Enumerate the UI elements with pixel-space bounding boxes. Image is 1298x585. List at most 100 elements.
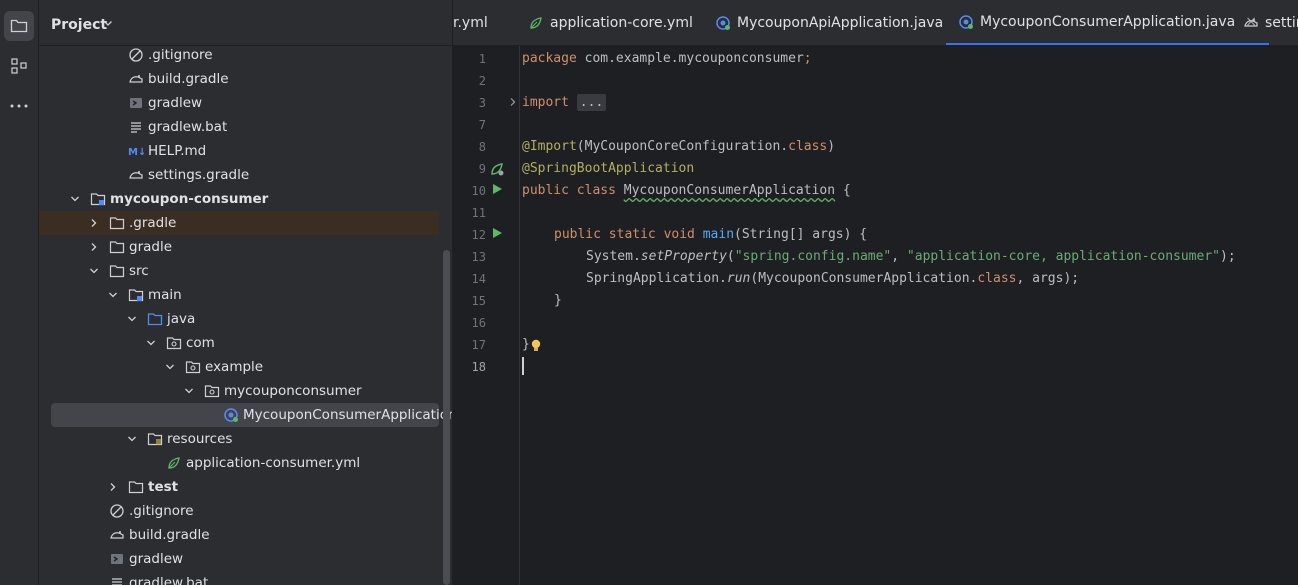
markdown-icon: M↓ [128,143,146,159]
code-line-15: } [554,293,562,308]
structure-tool-button[interactable] [4,51,34,81]
tree-row[interactable]: gradlew.bat [39,571,439,585]
tree-row[interactable]: gradlew [39,91,439,115]
project-panel: Project .gitignore build.gradle gradlew gra… [39,0,453,585]
chevron-down-icon[interactable] [126,313,138,325]
line-number: 8 [478,140,486,154]
tree-row[interactable]: com [39,331,439,355]
tree-row[interactable]: .gitignore [39,43,439,67]
spring-boot-class-icon [958,14,974,30]
line-number: 12 [471,228,486,242]
line-number: 17 [471,338,486,352]
code-line-13: System.setProperty("spring.config.name",… [586,249,1236,264]
editor-tab[interactable]: MycouponConsumerApplication.java × [946,0,1269,45]
shell-script-icon [128,95,144,111]
tree-row-label: gradlew [129,551,184,567]
tree-row-label: gradlew [148,95,203,111]
svg-text:M↓: M↓ [128,147,144,158]
shell-script-icon [109,551,125,567]
tree-row-label: HELP.md [148,143,207,159]
spring-boot-class-icon [715,15,731,31]
tree-row[interactable]: resources [39,427,439,451]
folded-imports[interactable]: ... [576,94,607,111]
spring-bean-icon[interactable] [489,161,505,181]
tree-row[interactable]: java [39,307,439,331]
line-number: 14 [471,272,486,286]
editor-tab[interactable]: settin [1243,0,1298,45]
project-panel-title[interactable]: Project [51,17,107,33]
tree-row-label: application-consumer.yml [186,455,361,471]
project-tool-button[interactable] [4,11,34,41]
tree-row-label: .gitignore [129,503,194,519]
line-number: 2 [478,74,486,88]
editor-tab-bar: r.yml application-core.yml MycouponApiAppl… [453,0,1298,46]
tree-row-label: gradle [129,239,173,255]
source-root-folder-icon [128,287,144,303]
tree-row[interactable]: gradlew.bat [39,115,439,139]
package-icon [185,359,201,375]
tree-row-label: settings.gradle [148,167,250,183]
chevron-down-icon[interactable] [88,265,100,277]
tree-row[interactable]: .gitignore [39,499,439,523]
chevron-down-icon[interactable] [107,289,119,301]
editor-tab-label: r.yml [453,15,488,31]
chevron-right-icon[interactable] [107,481,119,493]
code-line-17: } [522,337,530,352]
spring-yml-icon [166,455,182,471]
tree-row[interactable]: gradlew [39,547,439,571]
tree-row[interactable]: test [39,475,439,499]
editor-tab[interactable]: r.yml [453,0,488,45]
resources-folder-icon [147,431,163,447]
chevron-down-icon[interactable] [69,193,81,205]
tree-row-label: main [148,287,182,303]
tree-row[interactable]: .gradle [39,211,439,235]
code-editor[interactable]: package com.example.mycouponconsumer; im… [520,46,1298,585]
gitignore-icon [109,503,125,519]
line-number: 7 [478,118,486,132]
tree-row-label: resources [167,431,233,447]
lightbulb-icon[interactable] [530,339,542,353]
line-number: 10 [471,184,486,198]
tree-row-label: MycouponConsumerApplication [243,407,453,423]
run-icon[interactable] [491,183,503,199]
chevron-down-icon[interactable] [103,18,113,28]
run-icon[interactable] [491,227,503,243]
tree-row[interactable]: MycouponConsumerApplication [51,403,452,427]
chevron-down-icon[interactable] [164,361,176,373]
tree-row[interactable]: gradle [39,235,439,259]
gradle-icon [109,527,125,543]
folder-icon [109,239,125,255]
editor-tab-label: settin [1265,15,1298,31]
editor-tab-label: MycouponApiApplication.java [737,15,944,31]
editor-tab[interactable]: MycouponApiApplication.java [715,0,944,45]
gradle-icon [1243,15,1259,31]
tree-row[interactable]: main [39,283,439,307]
editor-tab[interactable]: application-core.yml [528,0,693,45]
tree-row[interactable]: settings.gradle [39,163,439,187]
tree-row[interactable]: build.gradle [39,67,439,91]
tree-row-label: src [129,263,149,279]
more-horizontal-icon [10,104,28,108]
tree-row[interactable]: example [39,355,439,379]
chevron-down-icon[interactable] [145,337,157,349]
tree-row[interactable]: src [39,259,439,283]
tree-row[interactable]: build.gradle [39,523,439,547]
more-tools-button[interactable] [4,91,34,121]
activity-bar [0,0,39,585]
chevron-right-icon[interactable] [88,217,100,229]
chevron-right-icon[interactable] [88,241,100,253]
tree-row[interactable]: mycouponconsumer [39,379,439,403]
code-line-9: @SpringBootApplication [522,161,695,176]
gradle-icon [128,71,144,87]
tree-row-label: build.gradle [148,71,229,87]
folder-icon [128,479,144,495]
chevron-down-icon[interactable] [126,433,138,445]
code-line-8: @Import(MyCouponCoreConfiguration.class) [522,139,836,154]
tree-row[interactable]: mycoupon-consumer [39,187,439,211]
tree-row[interactable]: M↓ HELP.md [39,139,439,163]
project-scrollbar[interactable] [443,250,450,585]
fold-chevron-icon[interactable] [508,96,518,111]
chevron-down-icon[interactable] [183,385,195,397]
tree-row[interactable]: application-consumer.yml [39,451,439,475]
editor-gutter: 1 2 3 7 8 9 10 11 12 13 14 15 16 17 18 [453,46,520,585]
